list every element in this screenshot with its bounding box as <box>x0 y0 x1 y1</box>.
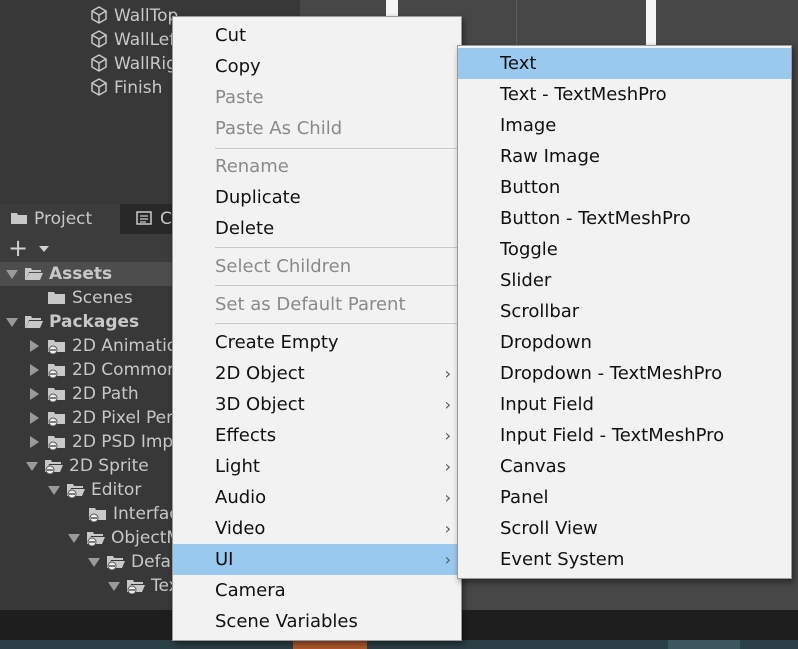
expand-arrow-icon[interactable] <box>30 436 39 448</box>
menu-item-copy[interactable]: Copy <box>173 51 461 82</box>
submenu-item-text[interactable]: Text <box>458 48 791 79</box>
gameobject-cube-icon <box>91 6 107 24</box>
menu-item-audio[interactable]: Audio › <box>173 482 461 513</box>
package-folder-open-icon <box>107 556 125 570</box>
status-accent <box>293 640 367 649</box>
menu-item-effects[interactable]: Effects › <box>173 420 461 451</box>
submenu-item-input-field-textmeshpro[interactable]: Input Field - TextMeshPro <box>458 420 791 451</box>
expand-arrow-icon[interactable] <box>6 317 18 327</box>
submenu-item-raw-image[interactable]: Raw Image <box>458 141 791 172</box>
status-accent <box>668 640 740 649</box>
folder-open-icon <box>25 268 43 280</box>
folder-icon <box>10 204 28 234</box>
expand-arrow-icon[interactable] <box>48 485 60 495</box>
package-folder-open-icon <box>67 484 85 498</box>
expand-arrow-icon[interactable] <box>30 388 39 400</box>
submenu-item-event-system[interactable]: Event System <box>458 544 791 575</box>
menu-item-cut[interactable]: Cut <box>173 20 461 51</box>
chevron-right-icon: › <box>444 550 451 569</box>
menu-item-select-children[interactable]: Select Children <box>173 251 461 282</box>
context-menu: Cut Copy Paste Paste As Child Rename Dup… <box>172 16 462 641</box>
menu-separator <box>215 247 459 248</box>
menu-item-2d-object[interactable]: 2D Object › <box>173 358 461 389</box>
submenu-item-text-textmeshpro[interactable]: Text - TextMeshPro <box>458 79 791 110</box>
chevron-right-icon: › <box>444 519 451 538</box>
submenu-item-canvas[interactable]: Canvas <box>458 451 791 482</box>
submenu-item-toggle[interactable]: Toggle <box>458 234 791 265</box>
menu-separator <box>215 148 459 149</box>
chevron-down-icon <box>38 246 49 252</box>
package-folder-icon <box>48 340 65 354</box>
menu-item-scene-variables[interactable]: Scene Variables <box>173 606 461 637</box>
menu-item-ui[interactable]: UI › <box>173 544 461 575</box>
console-icon <box>136 204 152 234</box>
package-folder-open-icon <box>45 460 63 474</box>
menu-item-video[interactable]: Video › <box>173 513 461 544</box>
expand-arrow-icon[interactable] <box>30 340 39 352</box>
ui-submenu: Text Text - TextMeshPro Image Raw Image … <box>457 45 792 579</box>
menu-item-3d-object[interactable]: 3D Object › <box>173 389 461 420</box>
plus-icon: + <box>8 234 29 262</box>
submenu-item-button-textmeshpro[interactable]: Button - TextMeshPro <box>458 203 791 234</box>
menu-item-camera[interactable]: Camera <box>173 575 461 606</box>
expand-arrow-icon[interactable] <box>30 412 39 424</box>
submenu-item-panel[interactable]: Panel <box>458 482 791 513</box>
menu-item-set-default-parent[interactable]: Set as Default Parent <box>173 289 461 320</box>
package-folder-icon <box>48 436 65 450</box>
menu-item-light[interactable]: Light › <box>173 451 461 482</box>
menu-item-duplicate[interactable]: Duplicate <box>173 182 461 213</box>
package-folder-open-icon <box>87 532 105 546</box>
hierarchy-item[interactable]: WallLeft <box>90 28 182 52</box>
gameobject-cube-icon <box>91 30 107 48</box>
menu-item-delete[interactable]: Delete <box>173 213 461 244</box>
add-button[interactable]: + <box>8 234 49 262</box>
chevron-right-icon: › <box>444 457 451 476</box>
gameobject-cube-icon <box>91 54 107 72</box>
menu-separator <box>215 323 459 324</box>
scene-wall-object <box>646 0 656 48</box>
hierarchy-item[interactable]: Finish <box>90 76 162 100</box>
expand-arrow-icon[interactable] <box>30 364 39 376</box>
submenu-item-scroll-view[interactable]: Scroll View <box>458 513 791 544</box>
folder-open-icon <box>25 316 43 328</box>
submenu-item-input-field[interactable]: Input Field <box>458 389 791 420</box>
package-folder-icon <box>89 508 106 522</box>
gameobject-cube-icon <box>91 78 107 96</box>
chevron-right-icon: › <box>444 426 451 445</box>
submenu-item-button[interactable]: Button <box>458 172 791 203</box>
submenu-item-image[interactable]: Image <box>458 110 791 141</box>
submenu-item-slider[interactable]: Slider <box>458 265 791 296</box>
tab-project[interactable]: Project <box>0 204 120 234</box>
expand-arrow-icon[interactable] <box>108 581 120 591</box>
expand-arrow-icon[interactable] <box>26 461 38 471</box>
scene-grid-line <box>516 0 517 48</box>
expand-arrow-icon[interactable] <box>68 533 80 543</box>
package-folder-icon <box>48 388 65 402</box>
submenu-item-dropdown[interactable]: Dropdown <box>458 327 791 358</box>
package-folder-open-icon <box>127 580 145 594</box>
submenu-item-scrollbar[interactable]: Scrollbar <box>458 296 791 327</box>
menu-item-rename[interactable]: Rename <box>173 151 461 182</box>
package-folder-icon <box>48 412 65 426</box>
menu-item-paste[interactable]: Paste <box>173 82 461 113</box>
menu-item-paste-as-child[interactable]: Paste As Child <box>173 113 461 144</box>
hierarchy-item[interactable]: WallTop <box>90 4 178 28</box>
chevron-right-icon: › <box>444 395 451 414</box>
chevron-right-icon: › <box>444 364 451 383</box>
package-folder-icon <box>48 364 65 378</box>
expand-arrow-icon[interactable] <box>6 269 18 279</box>
expand-arrow-icon[interactable] <box>88 557 100 567</box>
menu-separator <box>215 285 459 286</box>
folder-icon <box>48 292 65 304</box>
submenu-item-dropdown-textmeshpro[interactable]: Dropdown - TextMeshPro <box>458 358 791 389</box>
menu-item-create-empty[interactable]: Create Empty <box>173 327 461 358</box>
chevron-right-icon: › <box>444 488 451 507</box>
